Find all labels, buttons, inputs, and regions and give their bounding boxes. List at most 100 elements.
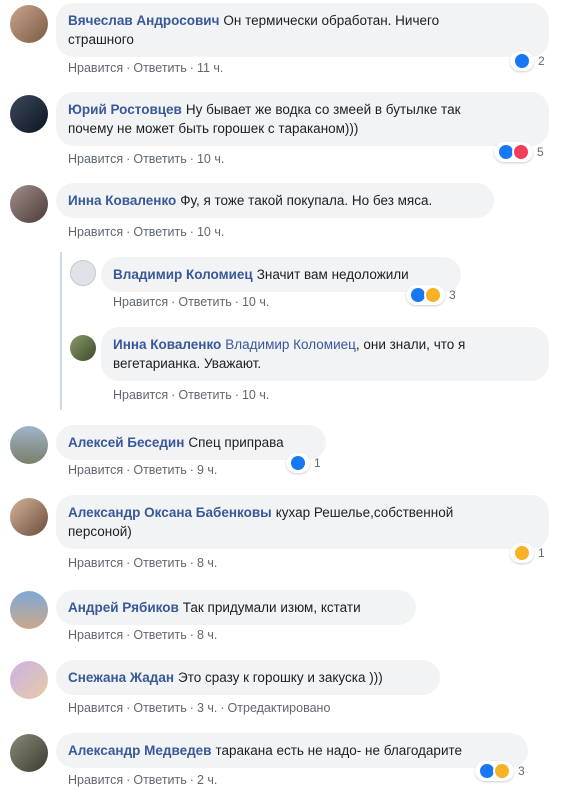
comment-bubble: Инна Коваленко Владимир Коломиец, они зна… [101,327,549,381]
reply-link[interactable]: Ответить [133,556,186,570]
comment-author[interactable]: Инна Коваленко [113,337,221,352]
comment-text: Он термически обработан. Ничего [223,13,440,28]
comment-bubble: Вячеслав Андросович Он термически обработ… [56,3,549,57]
avatar[interactable] [10,5,48,43]
comment-author[interactable]: Александр Оксана Бабенковы [68,505,272,520]
like-link[interactable]: Нравится [68,773,123,787]
comment-bubble: Андрей Рябиков Так придумали изюм, кстати [56,590,416,625]
comment-time[interactable]: 10 ч. [197,152,224,166]
comment-time[interactable]: 3 ч. [197,701,217,715]
avatar[interactable] [10,185,48,223]
comment-time[interactable]: 8 ч. [197,628,217,642]
reply-link[interactable]: Ответить [133,463,186,477]
comment-time[interactable]: 11 ч. [197,61,223,75]
reactions[interactable]: 3 [406,284,456,306]
like-reaction-icon [513,52,531,70]
comment-actions: Нравится · Ответить · 10 ч. [113,295,270,309]
avatar[interactable] [70,335,96,361]
edited-label[interactable]: Отредактировано [228,701,331,715]
reactions[interactable]: 2 [510,50,545,72]
like-link[interactable]: Нравится [68,556,123,570]
reply-link[interactable]: Ответить [133,152,186,166]
reactions[interactable]: 1 [510,542,545,564]
comment-author[interactable]: Юрий Ростовцев [68,102,182,117]
like-link[interactable]: Нравится [68,463,123,477]
comment-text: Ну бывает же водка со змеей в бутылке та… [185,102,461,117]
comment-actions: Нравится · Ответить · 8 ч. [68,628,218,642]
comment-bubble: Инна Коваленко Фу, я тоже такой покупала.… [56,183,494,218]
reactions[interactable]: 5 [494,141,544,163]
reaction-count: 5 [537,145,544,159]
comment-text: кухар Решелье,собственной [275,505,454,520]
comment-actions: Нравится · Ответить · 8 ч. [68,556,218,570]
reply-link[interactable]: Ответить [133,628,186,642]
comment-text: таракана есть не надо- не благодарите [215,743,463,758]
haha-reaction-icon [493,762,511,780]
comment-author[interactable]: Владимир Коломиец [113,267,253,282]
like-link[interactable]: Нравится [68,225,123,239]
like-link[interactable]: Нравится [113,388,168,402]
avatar[interactable] [10,498,48,536]
reactions[interactable]: 3 [475,760,525,782]
comment-text: , они знали, что я [355,337,466,352]
reply-thread-line [60,252,62,410]
comment-author[interactable]: Александр Медведев [68,743,211,758]
reply-link[interactable]: Ответить [133,701,186,715]
comment-text: персоной) [68,524,132,539]
reaction-count: 1 [314,456,321,470]
comment-bubble: Александр Оксана Бабенковы кухар Решелье,… [56,495,549,549]
reply-link[interactable]: Ответить [133,225,186,239]
comment-actions: Нравится · Ответить · 9 ч. [68,463,218,477]
reply-link[interactable]: Ответить [178,388,231,402]
reply-link[interactable]: Ответить [133,773,186,787]
comment-text: почему не может быть горошек с тараканом… [68,121,359,136]
comment-text: Спец приправа [188,435,284,450]
comment-time[interactable]: 10 ч. [242,295,269,309]
reaction-count: 2 [538,54,545,68]
comment-text: Так придумали изюм, кстати [182,600,361,615]
avatar[interactable] [10,426,48,464]
comment-author[interactable]: Снежана Жадан [68,670,174,685]
comment-mention[interactable]: Владимир Коломиец [225,337,356,352]
comment-author[interactable]: Алексей Беседин [68,435,184,450]
comment-text: вегетарианка. Уважают. [113,356,262,371]
haha-reaction-icon [513,544,531,562]
comment-text: Значит вам недоложили [256,267,409,282]
comment-time[interactable]: 10 ч. [242,388,269,402]
like-link[interactable]: Нравится [113,295,168,309]
like-link[interactable]: Нравится [68,628,123,642]
comment-time[interactable]: 2 ч. [197,773,217,787]
avatar[interactable] [10,661,48,699]
like-reaction-icon [289,454,307,472]
like-link[interactable]: Нравится [68,701,123,715]
avatar[interactable] [10,591,48,629]
avatar[interactable] [10,734,48,772]
comment-author[interactable]: Инна Коваленко [68,193,176,208]
avatar[interactable] [70,260,96,286]
comment-actions: Нравится · Ответить · 11 ч. [68,61,224,75]
reaction-count: 3 [449,288,456,302]
like-link[interactable]: Нравится [68,61,123,75]
avatar[interactable] [10,95,48,133]
comment-time[interactable]: 10 ч. [197,225,224,239]
comment-bubble: Юрий Ростовцев Ну бывает же водка со змее… [56,92,549,146]
comment-time[interactable]: 8 ч. [197,556,217,570]
comment-time[interactable]: 9 ч. [197,463,217,477]
love-reaction-icon [512,143,530,161]
comment-actions: Нравится · Ответить · 10 ч. [68,152,225,166]
reply-link[interactable]: Ответить [133,61,186,75]
comment-author[interactable]: Андрей Рябиков [68,600,179,615]
comment-text: Фу, я тоже такой покупала. Но без мяса. [180,193,433,208]
comment-bubble: Александр Медведев таракана есть не надо-… [56,733,528,768]
comment-actions: Нравится · Ответить · 10 ч. [68,225,225,239]
comment-actions: Нравится · Ответить · 10 ч. [113,388,270,402]
reaction-count: 3 [518,764,525,778]
haha-reaction-icon [424,286,442,304]
reply-link[interactable]: Ответить [178,295,231,309]
comment-bubble: Снежана Жадан Это сразу к горошку и закус… [56,660,440,695]
reaction-count: 1 [538,546,545,560]
reactions[interactable]: 1 [286,452,321,474]
like-link[interactable]: Нравится [68,152,123,166]
comment-actions: Нравится · Ответить · 2 ч. [68,773,218,787]
comment-author[interactable]: Вячеслав Андросович [68,13,219,28]
